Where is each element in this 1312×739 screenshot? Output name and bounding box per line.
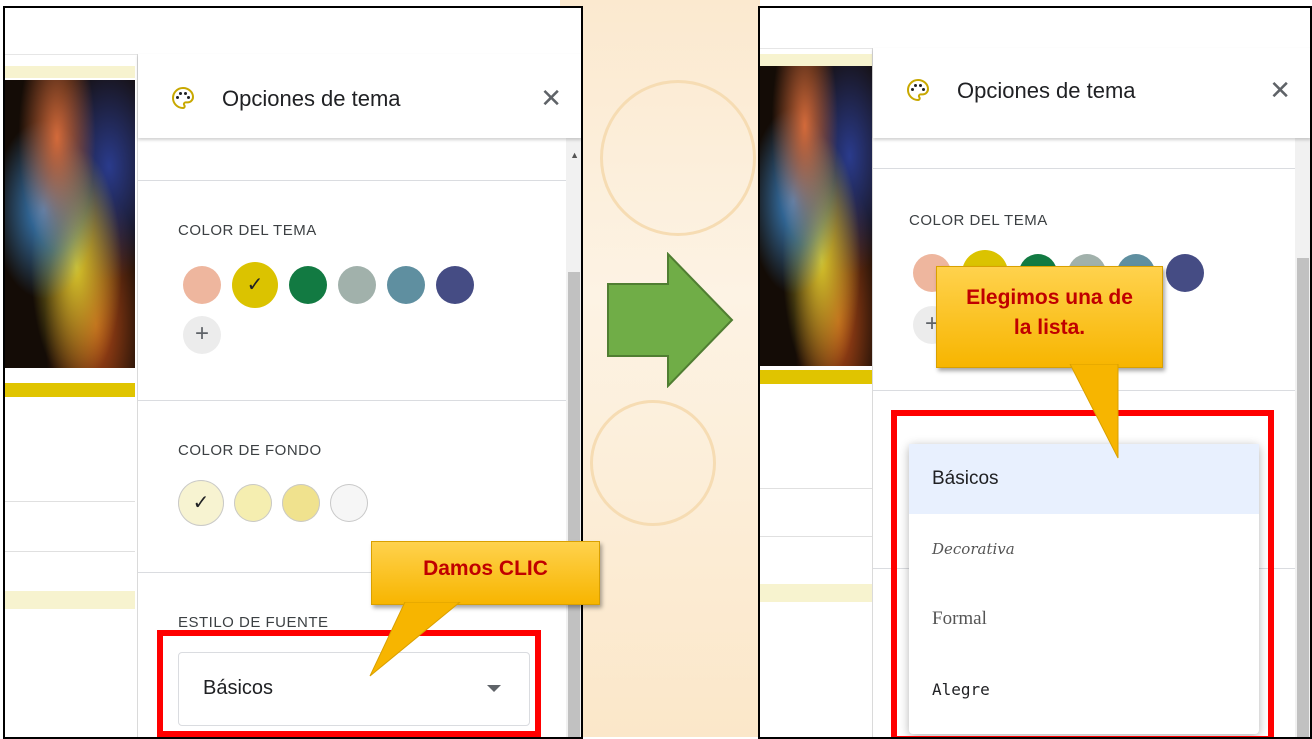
font-style-label: ESTILO DE FUENTE [178, 614, 329, 631]
screenshot-after: Opciones de tema ✕ COLOR DEL TEMA ✓ + Bá… [758, 6, 1312, 739]
form-section-strip [760, 584, 872, 602]
theme-color-label: COLOR DEL TEMA [909, 212, 1048, 229]
panel-header: Opciones de tema ✕ [873, 48, 1310, 138]
form-divider [760, 536, 872, 537]
close-icon[interactable]: ✕ [540, 83, 562, 113]
color-swatch[interactable] [289, 266, 327, 304]
section-divider [138, 180, 566, 181]
check-icon: ✓ [246, 274, 264, 296]
theme-color-label: COLOR DEL TEMA [178, 222, 317, 239]
panel-header: Opciones de tema ✕ [138, 54, 581, 138]
form-header-strip [5, 66, 135, 78]
scroll-up-icon[interactable]: ▲ [570, 150, 579, 160]
header-image [760, 66, 872, 366]
callout-pointer [369, 602, 461, 677]
section-divider [138, 400, 566, 401]
section-divider [873, 168, 1295, 169]
color-swatch[interactable] [338, 266, 376, 304]
top-bar [5, 8, 581, 55]
add-color-button[interactable]: + [183, 316, 221, 354]
watermark-circle [590, 400, 716, 526]
form-section-strip [5, 591, 135, 609]
color-swatch[interactable] [183, 266, 221, 304]
scrollbar-thumb[interactable] [1297, 258, 1309, 737]
form-accent-bar [5, 383, 135, 397]
header-image [5, 80, 135, 368]
highlight-box [157, 630, 541, 737]
form-divider [5, 501, 135, 502]
color-swatch[interactable] [282, 484, 320, 522]
watermark-circle [600, 80, 756, 236]
check-icon: ✓ [192, 492, 210, 514]
callout-elegimos: Elegimos una de la lista. [936, 266, 1163, 368]
color-swatch[interactable] [234, 484, 272, 522]
palette-icon [906, 78, 930, 102]
panel-title: Opciones de tema [222, 86, 401, 111]
scrollbar-thumb[interactable] [568, 272, 580, 737]
callout-pointer [1069, 364, 1119, 459]
color-swatch[interactable] [330, 484, 368, 522]
color-swatch[interactable] [1166, 254, 1204, 292]
background-color-label: COLOR DE FONDO [178, 442, 322, 459]
top-bar [760, 8, 1310, 49]
close-icon[interactable]: ✕ [1269, 75, 1291, 105]
next-step-arrow [607, 252, 734, 388]
panel-title: Opciones de tema [957, 78, 1136, 103]
form-divider [760, 488, 872, 489]
screenshot-before: Opciones de tema ✕ ▲ COLOR DEL TEMA ✓ + … [3, 6, 583, 739]
palette-icon [171, 86, 195, 110]
form-accent-bar [760, 370, 872, 384]
callout-text: Damos CLIC [423, 557, 548, 580]
callout-damos-clic: Damos CLIC [371, 541, 600, 605]
color-swatch[interactable] [387, 266, 425, 304]
color-swatch-selected[interactable]: ✓ [178, 480, 224, 526]
callout-text: Elegimos una de la lista. [966, 286, 1133, 339]
color-swatch[interactable] [436, 266, 474, 304]
color-swatch-selected[interactable]: ✓ [232, 262, 278, 308]
form-divider [5, 551, 135, 552]
form-header-strip [760, 54, 872, 66]
